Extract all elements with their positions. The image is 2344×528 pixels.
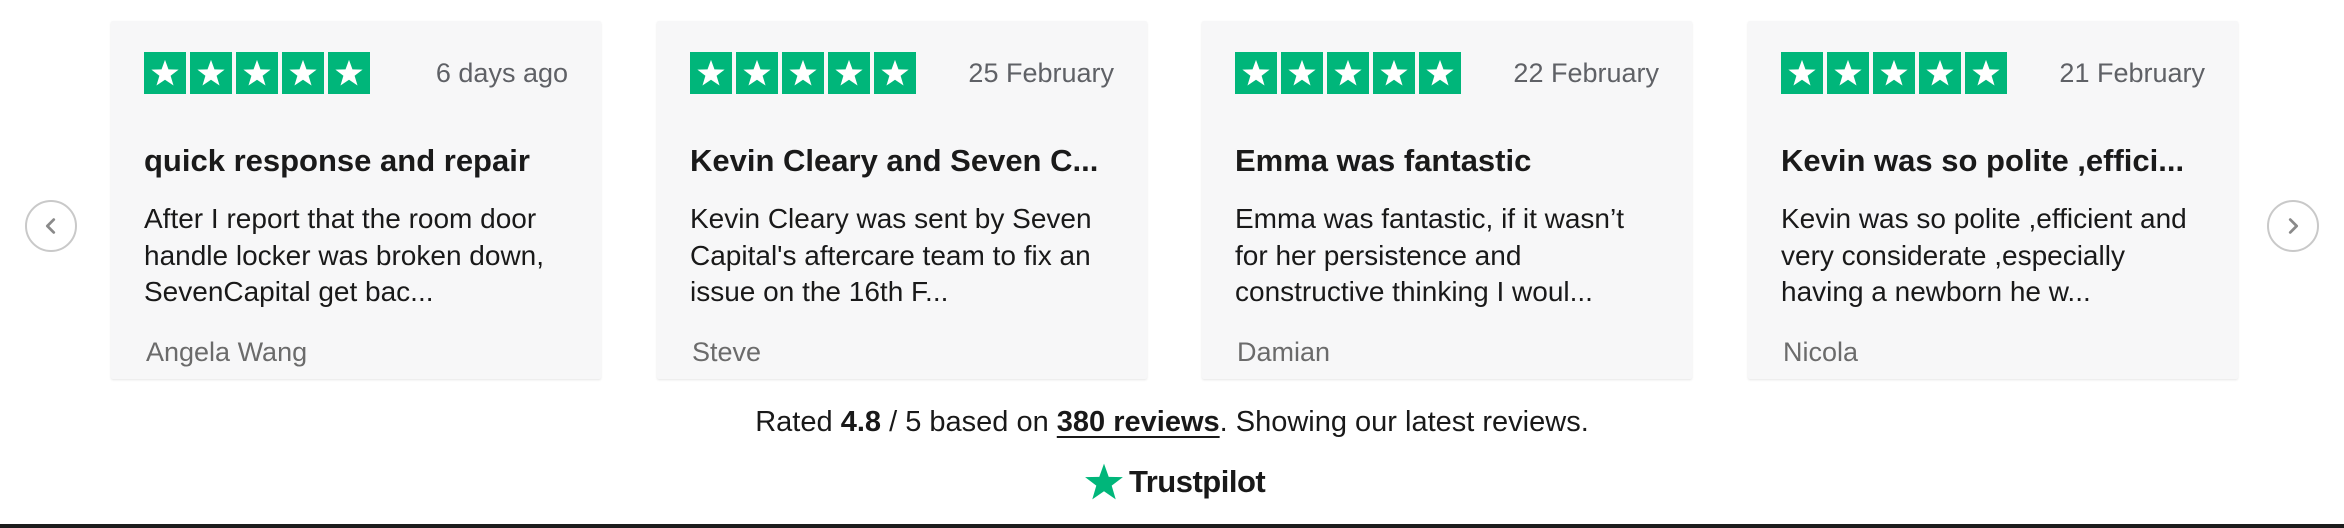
star-rating — [144, 52, 370, 94]
star-icon — [1919, 52, 1961, 94]
star-icon — [144, 52, 186, 94]
star-icon — [1235, 52, 1277, 94]
star-icon — [874, 52, 916, 94]
star-icon — [190, 52, 232, 94]
star-rating — [1235, 52, 1461, 94]
review-card[interactable]: 21 February Kevin was so polite ,effici.… — [1748, 21, 2238, 379]
review-author: Damian — [1237, 337, 1331, 367]
trustpilot-logo[interactable]: Trustpilot — [1083, 458, 1266, 506]
star-icon — [1373, 52, 1415, 94]
previous-button[interactable] — [25, 200, 77, 252]
review-title[interactable]: Kevin Cleary and Seven C... — [690, 143, 1114, 179]
chevron-left-icon — [45, 218, 56, 234]
star-icon — [1781, 52, 1823, 94]
rating-score: 4.8 — [840, 406, 882, 438]
review-title[interactable]: quick response and repair — [144, 143, 568, 179]
star-icon — [736, 52, 778, 94]
star-icon — [328, 52, 370, 94]
rating-summary: Rated 4.8 / 5 based on 380 reviews. Show… — [0, 406, 2344, 439]
review-date: 6 days ago — [435, 57, 568, 88]
rating-suffix: . Showing our latest reviews. — [1219, 406, 1589, 438]
star-icon — [1827, 52, 1869, 94]
star-icon — [828, 52, 870, 94]
review-text: After I report that the room door handle… — [144, 203, 545, 307]
rated-prefix: Rated — [755, 406, 833, 438]
reviews-count-link[interactable]: 380 reviews — [1057, 406, 1220, 438]
bottom-divider — [0, 524, 2344, 528]
review-title[interactable]: Emma was fantastic — [1235, 143, 1659, 179]
star-icon — [236, 52, 278, 94]
review-author: Nicola — [1783, 337, 1859, 367]
review-date: 21 February — [2059, 57, 2205, 88]
chevron-right-icon — [2288, 218, 2299, 234]
review-author: Steve — [692, 337, 762, 367]
review-date: 25 February — [968, 57, 1114, 88]
review-text: Kevin was so polite ,efficient and very … — [1781, 203, 2187, 307]
star-icon — [282, 52, 324, 94]
review-title[interactable]: Kevin was so polite ,effici... — [1781, 143, 2205, 179]
brand-name: Trustpilot — [1129, 464, 1266, 499]
review-text: Kevin Cleary was sent by Seven Capital's… — [690, 203, 1092, 307]
rating-out-of: / 5 based on — [889, 406, 1049, 438]
star-rating — [1781, 52, 2007, 94]
review-date: 22 February — [1513, 57, 1659, 88]
review-text: Emma was fantastic, if it wasn’t for her… — [1235, 203, 1625, 307]
review-card[interactable]: 22 February Emma was fantastic Emma was … — [1202, 21, 1692, 379]
star-icon — [690, 52, 732, 94]
review-card[interactable]: 25 February Kevin Cleary and Seven C... … — [657, 21, 1147, 379]
star-icon — [1327, 52, 1369, 94]
star-icon — [1419, 52, 1461, 94]
star-icon — [782, 52, 824, 94]
star-icon — [1873, 52, 1915, 94]
review-author: Angela Wang — [146, 337, 308, 367]
review-card[interactable]: 6 days ago quick response and repair Aft… — [111, 21, 601, 379]
star-rating — [690, 52, 916, 94]
star-icon — [1281, 52, 1323, 94]
trustpilot-star-icon — [1085, 463, 1123, 500]
next-button[interactable] — [2267, 200, 2319, 252]
star-icon — [1965, 52, 2007, 94]
